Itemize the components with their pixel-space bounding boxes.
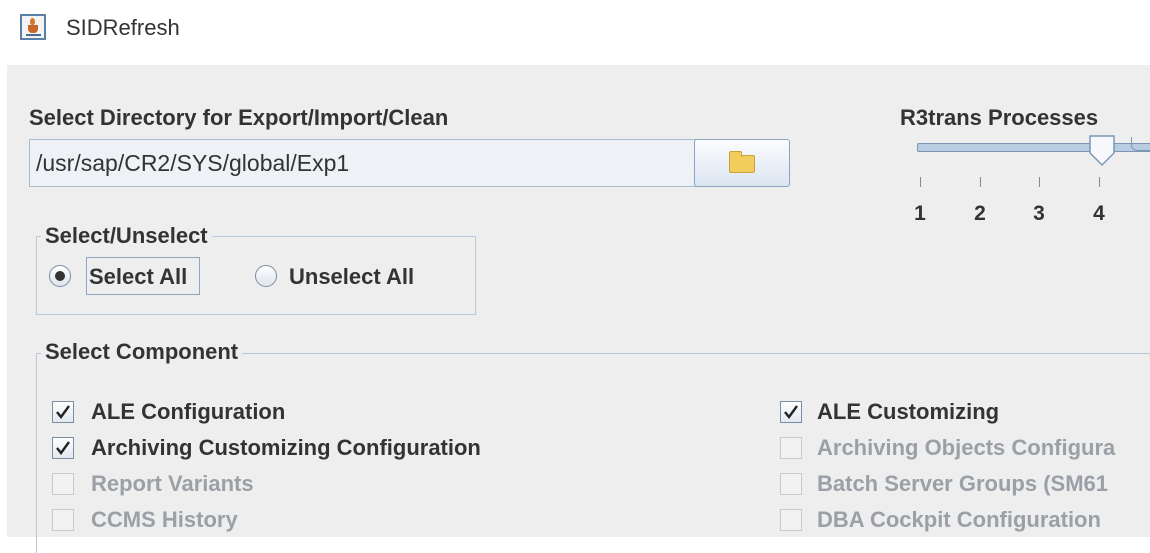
slider-tick-label: 4 xyxy=(1093,202,1105,225)
component-label: Report Variants xyxy=(91,471,254,496)
component-label: Batch Server Groups (SM61 xyxy=(817,471,1108,496)
report-variants-checkbox xyxy=(52,473,74,495)
main-panel: Select Directory for Export/Import/Clean… xyxy=(7,65,1150,553)
slider-tick-label: 3 xyxy=(1033,202,1045,225)
title-bar: SIDRefresh xyxy=(0,0,1150,60)
checkmark-icon xyxy=(784,405,798,419)
slider-tick xyxy=(1039,177,1040,187)
component-label: CCMS History xyxy=(91,507,238,532)
browse-directory-button[interactable] xyxy=(694,139,790,187)
r3trans-label: R3trans Processes xyxy=(900,105,1099,130)
slider-tick-label: 2 xyxy=(974,202,986,225)
component-label[interactable]: ALE Customizing xyxy=(817,399,999,425)
select-unselect-title: Select/Unselect xyxy=(41,223,212,249)
select-all-radio[interactable] xyxy=(49,265,71,287)
component-label: DBA Cockpit Configuration xyxy=(817,507,1101,532)
component-label[interactable]: Archiving Customizing Configuration xyxy=(91,435,481,461)
dba-cockpit-checkbox xyxy=(780,509,802,531)
unselect-all-radio[interactable] xyxy=(255,265,277,287)
unselect-all-label[interactable]: Unselect All xyxy=(289,264,414,290)
archiving-objects-checkbox xyxy=(780,437,802,459)
java-app-icon xyxy=(20,14,46,40)
ale-configuration-checkbox[interactable] xyxy=(52,401,74,423)
directory-path-field[interactable]: /usr/sap/CR2/SYS/global/Exp1 xyxy=(29,139,699,187)
select-all-label[interactable]: Select All xyxy=(89,264,187,290)
archiving-customizing-checkbox[interactable] xyxy=(52,437,74,459)
component-label[interactable]: ALE Configuration xyxy=(91,399,285,425)
ccms-history-checkbox xyxy=(52,509,74,531)
slider-tick xyxy=(920,177,921,187)
folder-icon xyxy=(729,151,755,173)
slider-tick-label: 1 xyxy=(914,202,926,225)
slider-tick xyxy=(980,177,981,187)
window-title: SIDRefresh xyxy=(66,15,180,40)
component-label: Archiving Objects Configura xyxy=(817,435,1116,460)
select-component-title: Select Component xyxy=(41,339,243,365)
r3trans-slider-thumb[interactable] xyxy=(1089,135,1115,167)
checkmark-icon xyxy=(56,405,70,419)
ale-customizing-checkbox[interactable] xyxy=(780,401,802,423)
slider-tick xyxy=(1099,177,1100,187)
checkmark-icon xyxy=(56,441,70,455)
batch-server-groups-checkbox xyxy=(780,473,802,495)
directory-label: Select Directory for Export/Import/Clean xyxy=(29,105,449,130)
r3trans-slider-cap xyxy=(1131,137,1150,151)
r3trans-slider-track[interactable] xyxy=(917,143,1150,152)
